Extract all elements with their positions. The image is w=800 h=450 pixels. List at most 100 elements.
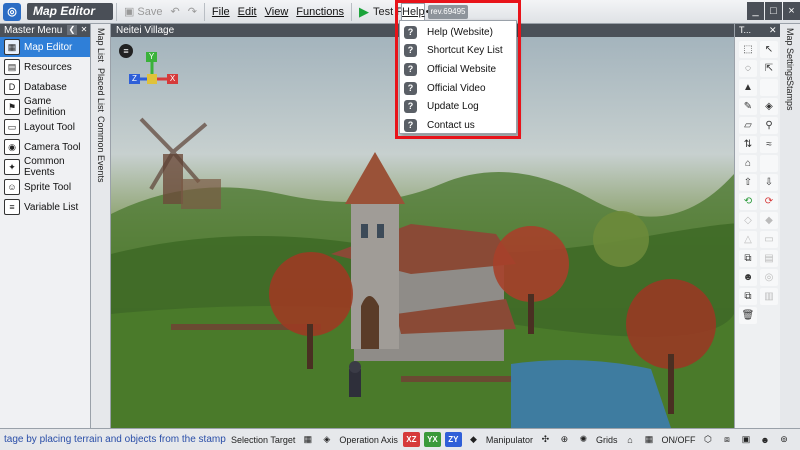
- master-menu-item-camera-tool[interactable]: ◉ Camera Tool: [0, 137, 90, 157]
- multi-select-icon[interactable]: ⇱: [760, 60, 778, 77]
- master-menu-item-database[interactable]: D Database: [0, 77, 90, 97]
- menu-help[interactable]: Help: [401, 3, 425, 21]
- right-vertical-tabs: Map Settings Stamps: [780, 24, 800, 428]
- gizmo-x-label: X: [167, 74, 178, 84]
- master-menu-item-variable-list[interactable]: ≡ Variable List: [0, 197, 90, 217]
- camera-icon: ◉: [4, 139, 20, 155]
- character-icon[interactable]: ☻: [739, 269, 757, 286]
- toggle-character-icon[interactable]: ☻: [757, 432, 772, 447]
- smooth-tool-icon[interactable]: ≈: [760, 136, 778, 153]
- pencil-icon[interactable]: ✎: [739, 98, 757, 115]
- save-label: Save: [137, 5, 163, 18]
- help-menu-item-help-website[interactable]: ? Help (Website): [400, 23, 516, 42]
- select-area-icon[interactable]: ⬚: [739, 41, 757, 58]
- save-icon: ▣: [124, 6, 135, 18]
- tab-map-settings[interactable]: Map Settings: [780, 28, 800, 81]
- menu-functions[interactable]: Functions: [292, 2, 348, 22]
- tab-stamps[interactable]: Stamps: [780, 80, 800, 111]
- raise-icon[interactable]: ⇧: [739, 174, 757, 191]
- master-menu-header: Master Menu ❮ ✕: [0, 24, 90, 37]
- undo-button[interactable]: ↶: [166, 2, 183, 22]
- help-menu-item-contact-us[interactable]: ? Contact us: [400, 116, 516, 135]
- help-icon: ?: [404, 118, 417, 132]
- lower-icon[interactable]: ⇩: [760, 174, 778, 191]
- master-menu-item-game-definition[interactable]: ⚑ Game Definition: [0, 96, 90, 118]
- toggle-cube-icon[interactable]: ⬡: [700, 432, 715, 447]
- close-button[interactable]: ×: [783, 2, 800, 20]
- triangle-icon[interactable]: △: [739, 231, 757, 248]
- selection-target-label: Selection Target: [231, 434, 296, 445]
- collapse-panel-icon[interactable]: ❮: [67, 25, 77, 35]
- app-logo-icon: ◎: [3, 2, 21, 21]
- eraser-icon[interactable]: ▱: [739, 117, 757, 134]
- tab-placed-list[interactable]: Placed List: [91, 68, 111, 112]
- shape-alt-icon[interactable]: ◆: [760, 212, 778, 229]
- empty-tool-icon: [760, 79, 778, 96]
- rotate-green-icon[interactable]: ⟲: [739, 193, 757, 210]
- variable-icon: ≡: [4, 199, 20, 215]
- menu-edit[interactable]: Edit: [234, 2, 261, 22]
- database-icon: D: [4, 79, 20, 95]
- save-button[interactable]: ▣ Save: [120, 2, 166, 22]
- maximize-button[interactable]: □: [765, 2, 782, 20]
- menu-view[interactable]: View: [261, 2, 293, 22]
- help-menu-item-shortcut-keys[interactable]: ? Shortcut Key List: [400, 42, 516, 61]
- grid-select-icon[interactable]: ▦: [300, 432, 315, 447]
- grid-view-icon[interactable]: ▦: [641, 432, 656, 447]
- house-icon[interactable]: ⌂: [739, 155, 757, 172]
- redo-button[interactable]: ↷: [184, 2, 201, 22]
- on-off-label: ON/OFF: [661, 434, 696, 445]
- master-menu-item-common-events[interactable]: ✦ Common Events: [0, 156, 90, 178]
- trash-icon[interactable]: 🗑: [739, 307, 757, 324]
- eyedropper-icon[interactable]: ⚲: [760, 117, 778, 134]
- duplicate-icon[interactable]: ⧉: [739, 288, 757, 305]
- coin-icon[interactable]: ◎: [760, 269, 778, 286]
- bucket-icon[interactable]: ◈: [760, 98, 778, 115]
- help-menu-item-official-video[interactable]: ? Official Video: [400, 79, 516, 98]
- scale-icon[interactable]: ✺: [576, 432, 591, 447]
- events-icon: ✦: [4, 159, 20, 175]
- axis-zy-button[interactable]: ZY: [444, 432, 462, 447]
- toggle-layer-icon[interactable]: ⧈: [719, 432, 734, 447]
- game-definition-icon: ⚑: [4, 99, 20, 115]
- move-icon[interactable]: ✣: [538, 432, 553, 447]
- shape-icon[interactable]: ◇: [739, 212, 757, 229]
- master-menu-item-map-editor[interactable]: ▦ Map Editor: [0, 37, 90, 57]
- sprite-icon: ☺: [4, 179, 20, 195]
- master-menu-item-resources[interactable]: ▤ Resources: [0, 57, 90, 77]
- master-menu-title: Master Menu: [4, 25, 63, 36]
- master-menu-item-sprite-tool[interactable]: ☺ Sprite Tool: [0, 177, 90, 197]
- object-select-icon[interactable]: ◈: [319, 432, 334, 447]
- tab-common-events[interactable]: Common Events: [91, 116, 111, 183]
- toggle-events-icon[interactable]: ⊞: [795, 432, 800, 447]
- grid-toggle-icon[interactable]: ⌂: [622, 432, 637, 447]
- pointer-icon[interactable]: ↖: [760, 41, 778, 58]
- toggle-object-icon[interactable]: ▣: [738, 432, 753, 447]
- help-menu-item-update-log[interactable]: ? Update Log: [400, 97, 516, 116]
- manipulator-icon[interactable]: ◆: [466, 432, 481, 447]
- tab-map-list[interactable]: Map List: [91, 28, 111, 62]
- terrain-icon[interactable]: ▲: [739, 79, 757, 96]
- axis-xz-button[interactable]: XZ: [402, 432, 420, 447]
- toolbar-divider: [350, 2, 352, 21]
- tool-panel-header: T... ✕: [735, 24, 780, 37]
- rotate-icon[interactable]: ⊕: [557, 432, 572, 447]
- clipboard-icon[interactable]: ▥: [760, 288, 778, 305]
- play-icon: ▶: [358, 3, 369, 19]
- close-panel-icon[interactable]: ✕: [79, 25, 89, 35]
- menu-file[interactable]: File: [208, 2, 234, 22]
- master-menu-item-layout-tool[interactable]: ▭ Layout Tool: [0, 117, 90, 137]
- rect-icon[interactable]: ▭: [760, 231, 778, 248]
- close-tool-panel-icon[interactable]: ✕: [769, 24, 777, 37]
- manipulator-label: Manipulator: [485, 434, 533, 445]
- height-tool-icon[interactable]: ⇅: [739, 136, 757, 153]
- paste-icon[interactable]: ▤: [760, 250, 778, 267]
- help-menu-item-official-website[interactable]: ? Official Website: [400, 60, 516, 79]
- lasso-icon[interactable]: ◌: [739, 60, 757, 77]
- copy-icon[interactable]: ⧉: [739, 250, 757, 267]
- rotate-red-icon[interactable]: ⟳: [760, 193, 778, 210]
- toggle-storage-icon[interactable]: ⊚: [776, 432, 791, 447]
- axis-yx-button[interactable]: YX: [423, 432, 441, 447]
- minimize-button[interactable]: _: [747, 2, 764, 20]
- map-icon: ▦: [4, 39, 20, 55]
